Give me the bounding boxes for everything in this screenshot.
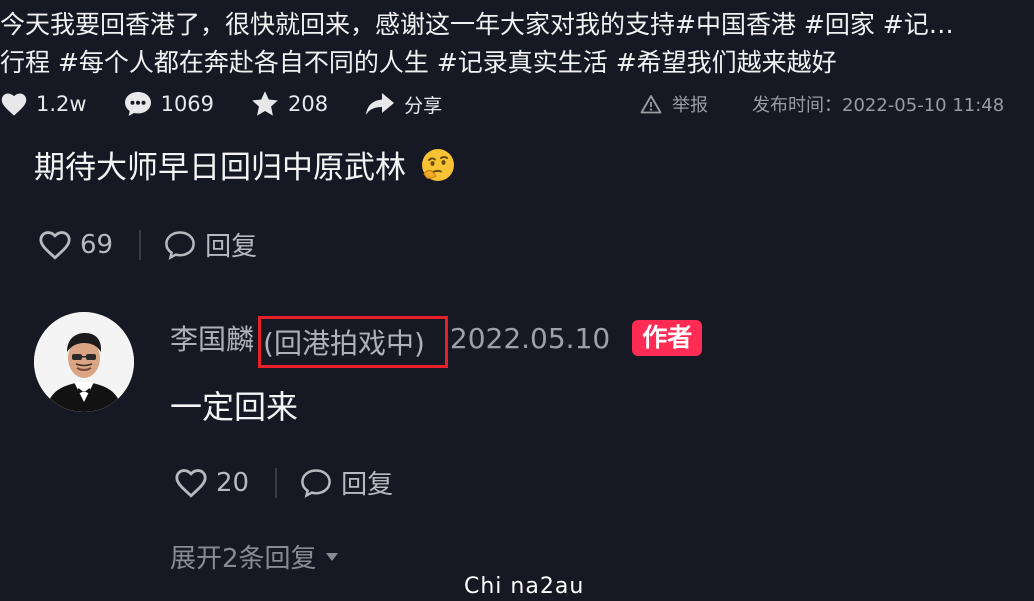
reply-date: 2022.05.10 [449, 321, 611, 355]
comment-like-button[interactable]: 69 [38, 229, 113, 261]
reply-text: 一定回来 [170, 388, 299, 426]
comment-count: 1069 [160, 92, 215, 116]
heart-icon [1, 93, 27, 116]
reply-like-count: 20 [216, 467, 250, 498]
comment-bubble-icon [124, 92, 151, 116]
caption-line-1: 今天我要回香港了，很快就回来，感谢这一年大家对我的支持#中国香港 #回家 #记… [0, 10, 954, 39]
heart-outline-icon [39, 230, 71, 260]
reply-header: 李国麟 (回港拍戏中) 2022.05.10 作者 [170, 316, 703, 368]
reply-bubble-icon [165, 230, 195, 260]
comment-actions: 69 回复 [38, 226, 257, 263]
reply-like-button[interactable]: 20 [174, 467, 249, 499]
author-badge: 作者 [632, 320, 703, 356]
comment-body: 期待大师早日回归中原武林 [34, 150, 406, 186]
heart-outline-icon [175, 468, 207, 498]
publish-time: 发布时间：2022-05-10 11:48 [752, 95, 1005, 116]
share-label: 分享 [404, 94, 443, 117]
like-button[interactable]: 1.2w [0, 91, 87, 117]
reply-author-name[interactable]: 李国麟 [170, 318, 254, 358]
share-button[interactable]: 分享 [364, 91, 442, 118]
comment-text: 期待大师早日回归中原武林 [34, 142, 456, 187]
reply-actions: 20 回复 [174, 464, 393, 501]
action-divider [275, 467, 278, 498]
comment-reply-button[interactable]: 回复 [163, 226, 257, 263]
report-label: 举报 [672, 95, 708, 116]
caption-line-2: 行程 #每个人都在奔赴各自不同的人生 #记录真实生活 #希望我们越来越好 [0, 48, 837, 77]
stats-bar: 1.2w 1069 208 分享 举报 发布时间：2022-05-10 11:4… [0, 84, 1034, 124]
comment-page: 今天我要回香港了，很快就回来，感谢这一年大家对我的支持#中国香港 #回家 #记…… [0, 0, 1034, 601]
reply-reply-button[interactable]: 回复 [299, 464, 393, 501]
caret-down-icon [325, 552, 338, 561]
star-icon [252, 91, 278, 116]
warning-icon [640, 95, 662, 114]
report-button[interactable]: 举报 [640, 91, 708, 117]
reply-reply-label: 回复 [341, 470, 394, 500]
action-divider [139, 229, 142, 260]
comment-like-count: 69 [80, 229, 114, 260]
share-arrow-icon [366, 93, 395, 115]
author-note-highlight: (回港拍戏中) [258, 316, 448, 368]
like-count: 1.2w [36, 92, 87, 116]
avatar-photo [34, 312, 134, 412]
favorite-button[interactable]: 208 [250, 90, 328, 118]
reply-bubble-icon [301, 468, 331, 498]
watermark: Chi na2au [464, 574, 585, 599]
favorite-count: 208 [288, 92, 329, 116]
comment-button[interactable]: 1069 [123, 90, 214, 118]
expand-replies-button[interactable]: 展开2条回复 [170, 538, 339, 575]
expand-replies-label: 展开2条回复 [170, 544, 317, 574]
thinking-emoji-icon [422, 148, 454, 181]
post-caption: 今天我要回香港了，很快就回来，感谢这一年大家对我的支持#中国香港 #回家 #记…… [0, 6, 1030, 82]
comment-reply-label: 回复 [205, 232, 258, 262]
avatar[interactable] [34, 312, 134, 412]
